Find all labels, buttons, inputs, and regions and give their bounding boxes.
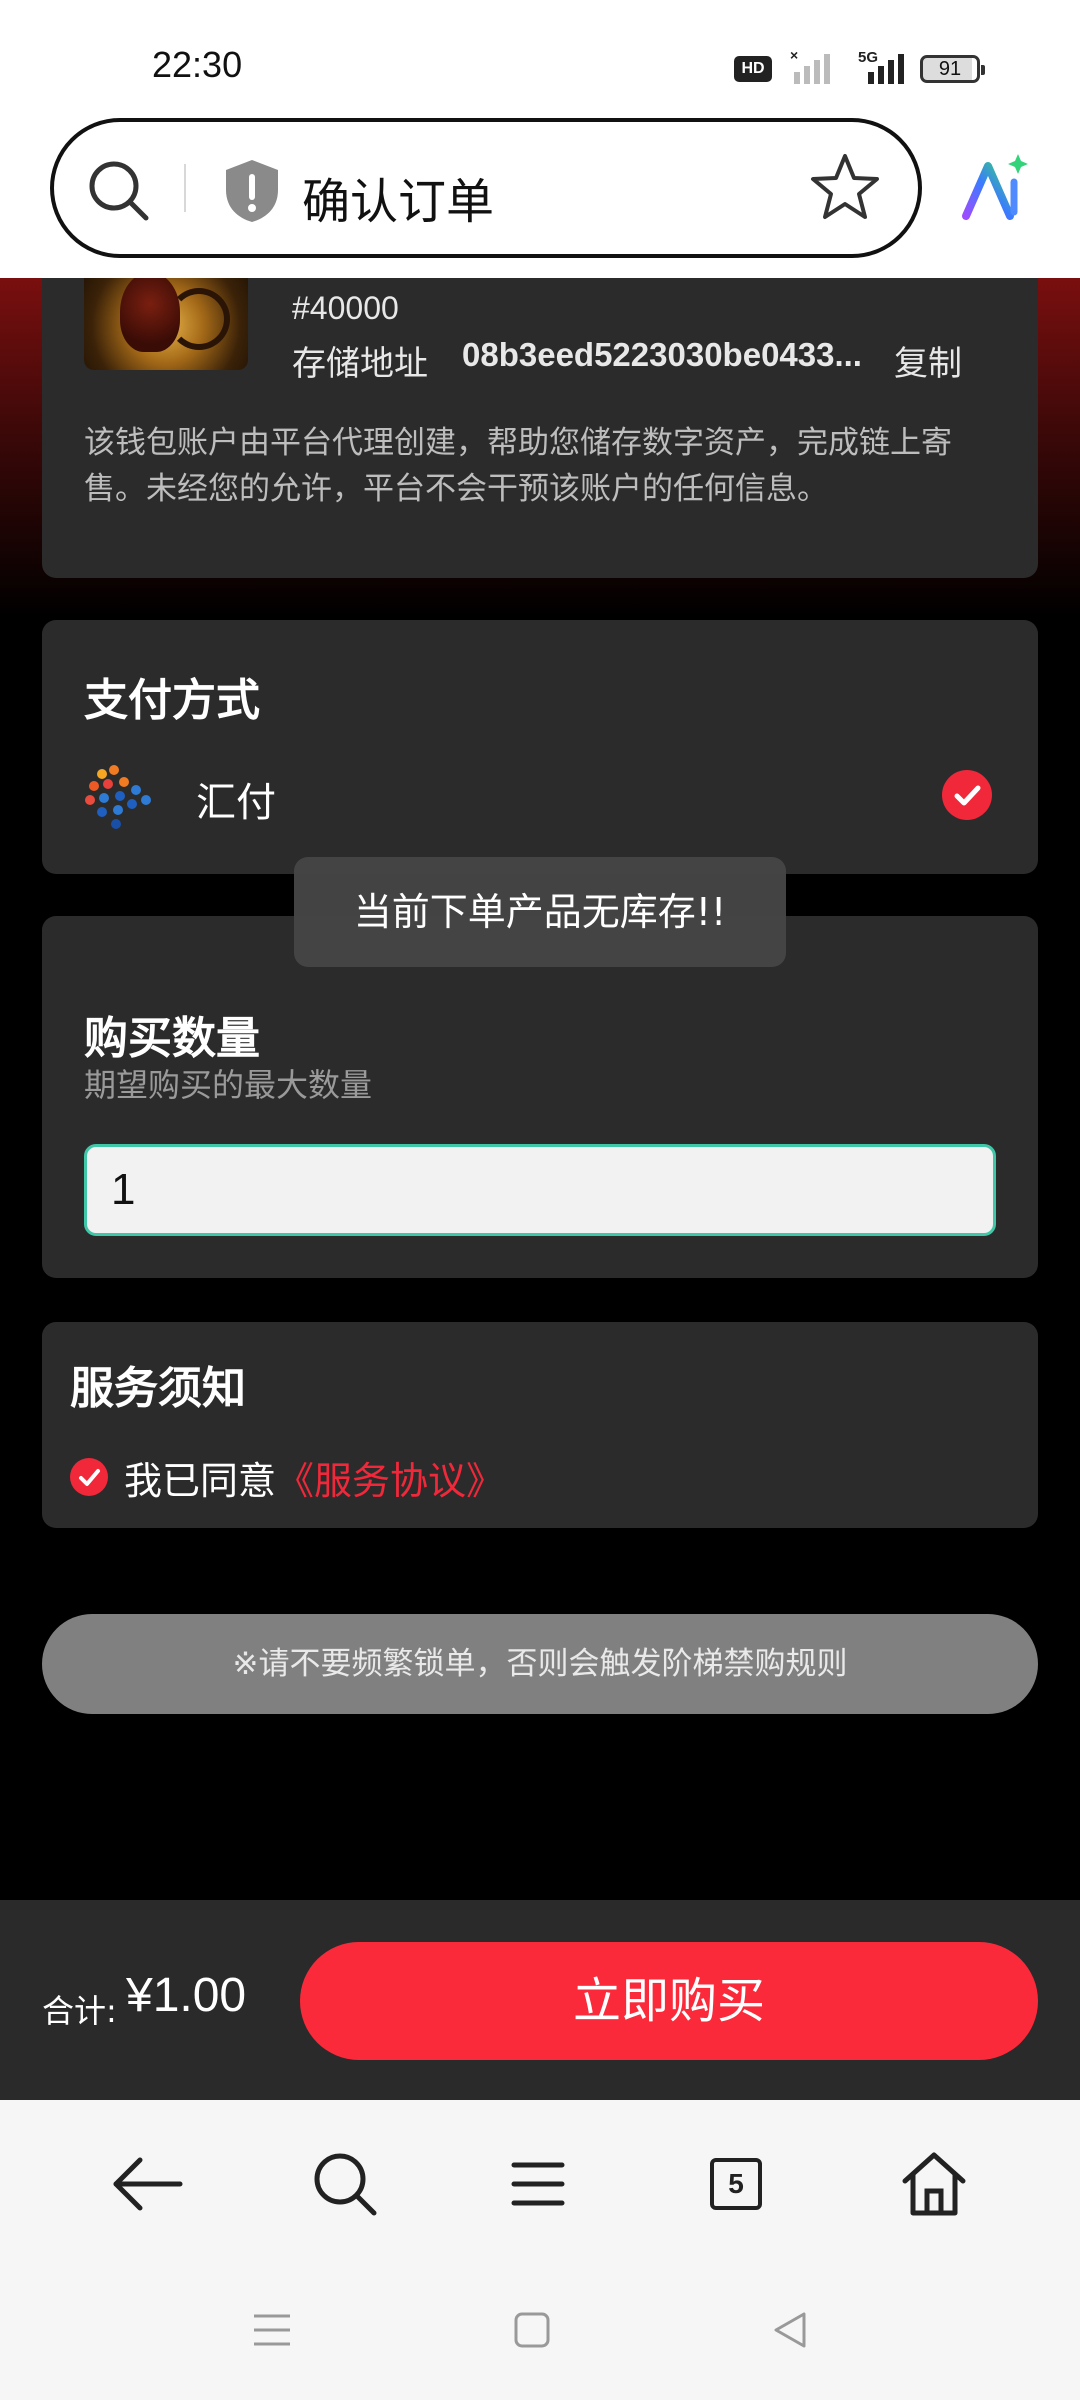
payment-selected-check-icon[interactable] <box>942 770 992 820</box>
back-system-icon[interactable] <box>770 2310 810 2350</box>
svg-text:5G: 5G <box>858 49 878 66</box>
tabs-count: 5 <box>710 2158 762 2210</box>
quantity-input[interactable]: 1 <box>84 1144 996 1236</box>
wallet-card: #40000 存储地址 08b3eed5223030be0433... 复制 该… <box>42 278 1038 578</box>
page-title[interactable]: 确认订单 <box>302 162 494 232</box>
payment-title: 支付方式 <box>84 675 260 726</box>
search-nav-icon[interactable] <box>305 2144 385 2224</box>
home-icon[interactable] <box>894 2144 974 2224</box>
menu-icon[interactable] <box>498 2144 578 2224</box>
total-label: 合计: <box>42 1992 117 2030</box>
toast-message: 当前下单产品无库存!! <box>294 857 786 967</box>
back-icon[interactable] <box>108 2144 188 2224</box>
svg-text:×: × <box>790 48 798 63</box>
huifu-logo-icon <box>85 765 151 829</box>
service-card: 服务须知 我已同意《服务协议》 <box>42 1322 1038 1528</box>
buy-now-button[interactable]: 立即购买 <box>300 1942 1038 2060</box>
shield-warning-icon[interactable] <box>222 158 282 224</box>
total-price: ¥1.00 <box>126 1969 247 2022</box>
service-title: 服务须知 <box>70 1363 246 1414</box>
signal-icon-sim1: × <box>790 48 830 84</box>
payment-card: 支付方式 汇付 <box>42 620 1038 874</box>
agree-text: 我已同意《服务协议》 <box>124 1459 505 1503</box>
wallet-description: 该钱包账户由平台代理创建，帮助您储存数字资产，完成链上寄售。未经您的允许，平台不… <box>84 425 952 507</box>
address-label: 存储地址 <box>292 344 428 384</box>
copy-address-button[interactable]: 复制 <box>894 336 962 385</box>
bookmark-star-icon[interactable] <box>810 152 880 222</box>
status-bar: 22:30 HD × 5G 91 <box>0 0 1080 118</box>
lock-order-notice: ※请不要频繁锁单，否则会触发阶梯禁购规则 <box>42 1614 1038 1714</box>
quantity-title: 购买数量 <box>84 1013 260 1064</box>
recent-apps-icon[interactable] <box>252 2310 292 2350</box>
home-system-icon[interactable] <box>512 2310 552 2350</box>
quantity-card: 购买数量 期望购买的最大数量 1 <box>42 916 1038 1278</box>
address-value: 08b3eed5223030be0433... <box>462 336 862 373</box>
tabs-button[interactable]: 5 <box>696 2144 776 2224</box>
hd-icon: HD <box>734 56 772 82</box>
system-nav-bar <box>0 2270 1080 2400</box>
status-time: 22:30 <box>152 44 243 85</box>
buy-bar: 合计: ¥1.00 立即购买 <box>0 1900 1080 2100</box>
browser-bottom-nav: 5 <box>0 2100 1080 2270</box>
payment-method-huifu[interactable]: 汇付 <box>196 770 276 828</box>
signal-icon-sim2: 5G <box>858 49 904 84</box>
search-icon[interactable] <box>84 156 154 226</box>
ai-assistant-icon[interactable] <box>958 154 1028 224</box>
browser-top-bar: 确认订单 <box>0 118 1080 278</box>
address-divider <box>184 164 186 212</box>
quantity-subtitle: 期望购买的最大数量 <box>84 1066 373 1104</box>
address-bar[interactable]: 确认订单 <box>50 118 922 258</box>
order-content: #40000 存储地址 08b3eed5223030be0433... 复制 该… <box>0 278 1080 1900</box>
nft-thumbnail <box>84 278 248 370</box>
battery-icon: 91 <box>920 55 985 83</box>
agree-check-icon[interactable] <box>70 1458 108 1496</box>
token-id: #40000 <box>292 290 399 326</box>
service-agreement-link[interactable]: 《服务协议》 <box>276 1459 504 1503</box>
